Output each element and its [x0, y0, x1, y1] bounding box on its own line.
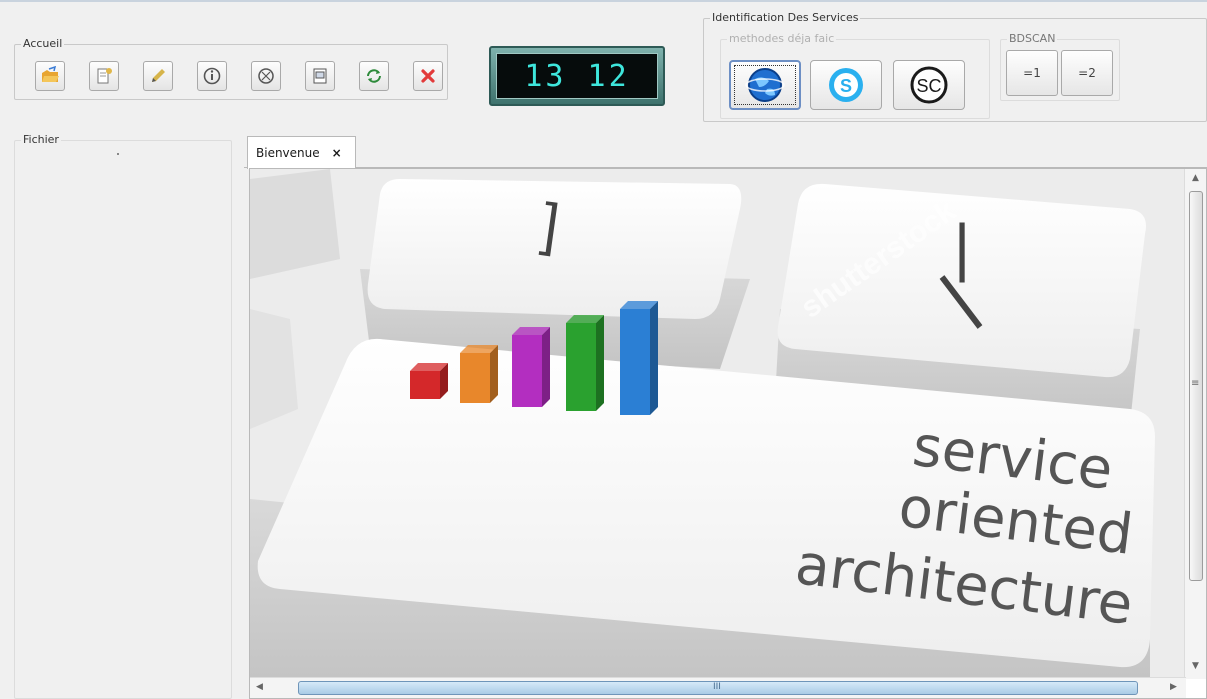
globe-icon	[745, 68, 785, 102]
open-folder-icon	[42, 66, 59, 82]
open-folder-button[interactable]	[35, 61, 65, 91]
methodes-group-title: methodes déja faic	[727, 32, 837, 46]
bdscan-button-1[interactable]: =1	[1006, 50, 1058, 96]
bdscan-button-2[interactable]: =2	[1061, 50, 1113, 96]
stop-icon	[258, 68, 274, 84]
tab-bienvenue-label: Bienvenue	[256, 146, 320, 160]
bdscan-group: BDSCAN =1 =2	[1000, 32, 1120, 101]
graphic-bar	[620, 301, 658, 415]
sc-service-button[interactable]: SC	[893, 60, 965, 110]
accueil-group: Accueil	[14, 37, 448, 100]
identification-group-title: Identification Des Services	[710, 11, 861, 25]
graphic-bar	[566, 315, 604, 411]
bdscan-group-title: BDSCAN	[1007, 32, 1058, 46]
pencil-icon	[152, 69, 165, 82]
document-badge-button[interactable]	[89, 61, 119, 91]
sc-label: SC	[916, 76, 941, 96]
refresh-icon	[367, 69, 381, 83]
skype-service-button[interactable]: S	[810, 60, 882, 110]
welcome-image-panel: ] | service oriented architecture shutte…	[249, 168, 1207, 699]
window-top-border	[0, 0, 1207, 2]
print-preview-button[interactable]	[305, 61, 335, 91]
file-tree[interactable]	[117, 153, 119, 155]
horizontal-scroll-grip: III	[713, 682, 721, 692]
tab-bienvenue[interactable]: Bienvenue ×	[247, 136, 356, 169]
pencil-button[interactable]	[143, 61, 173, 91]
accueil-group-title: Accueil	[21, 37, 65, 51]
methodes-group: methodes déja faic S SC	[720, 32, 990, 119]
globe-service-button[interactable]	[729, 60, 801, 110]
info-button[interactable]	[197, 61, 227, 91]
scroll-up-arrow[interactable]: ▲	[1192, 173, 1199, 183]
skype-icon: S	[829, 68, 863, 102]
vertical-scrollbar[interactable]: ▲ ≡ ▼	[1184, 169, 1206, 679]
horizontal-scrollbar[interactable]: ◀ III ▶	[250, 677, 1186, 698]
tab-strip: Bienvenue ×	[244, 132, 1207, 169]
scroll-right-arrow[interactable]: ▶	[1170, 682, 1177, 692]
document-badge-icon	[97, 68, 112, 84]
close-red-button[interactable]	[413, 61, 443, 91]
stop-button[interactable]	[251, 61, 281, 91]
tab-close-icon[interactable]: ×	[332, 146, 342, 160]
sc-icon: SC	[910, 66, 948, 104]
fichier-panel: Fichier	[14, 133, 232, 699]
svg-text:S: S	[840, 76, 852, 96]
clock-time: 13 12	[496, 53, 658, 99]
horizontal-scroll-thumb[interactable]: III	[298, 681, 1138, 695]
graphic-bar	[410, 363, 448, 399]
fichier-panel-title: Fichier	[21, 133, 61, 147]
vertical-scroll-grip: ≡	[1191, 378, 1200, 389]
clock-display: 13 12	[489, 46, 665, 106]
refresh-button[interactable]	[359, 61, 389, 91]
close-red-icon	[421, 69, 435, 83]
graphic-bar	[460, 345, 498, 403]
scroll-down-arrow[interactable]: ▼	[1192, 661, 1199, 671]
vertical-scroll-thumb[interactable]: ≡	[1189, 191, 1203, 581]
identification-group: Identification Des Services methodes déj…	[703, 11, 1207, 122]
graphic-bar	[512, 327, 550, 407]
soa-keyboard-image: ] | service oriented architecture shutte…	[250, 169, 1186, 679]
print-preview-icon	[313, 68, 327, 84]
info-icon	[203, 67, 221, 85]
scroll-left-arrow[interactable]: ◀	[256, 682, 263, 692]
